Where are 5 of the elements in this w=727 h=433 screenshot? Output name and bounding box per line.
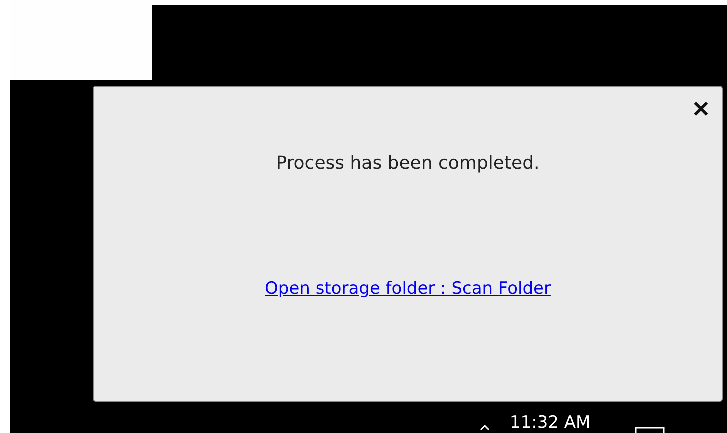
chevron-up-icon[interactable] (480, 425, 490, 431)
clock-time[interactable]: 11:32 AM (510, 414, 591, 433)
storage-folder-link[interactable]: Open storage folder : Scan Folder (265, 279, 551, 299)
notification-message: Process has been completed. (276, 153, 540, 174)
close-button[interactable]: ✕ (690, 99, 712, 121)
